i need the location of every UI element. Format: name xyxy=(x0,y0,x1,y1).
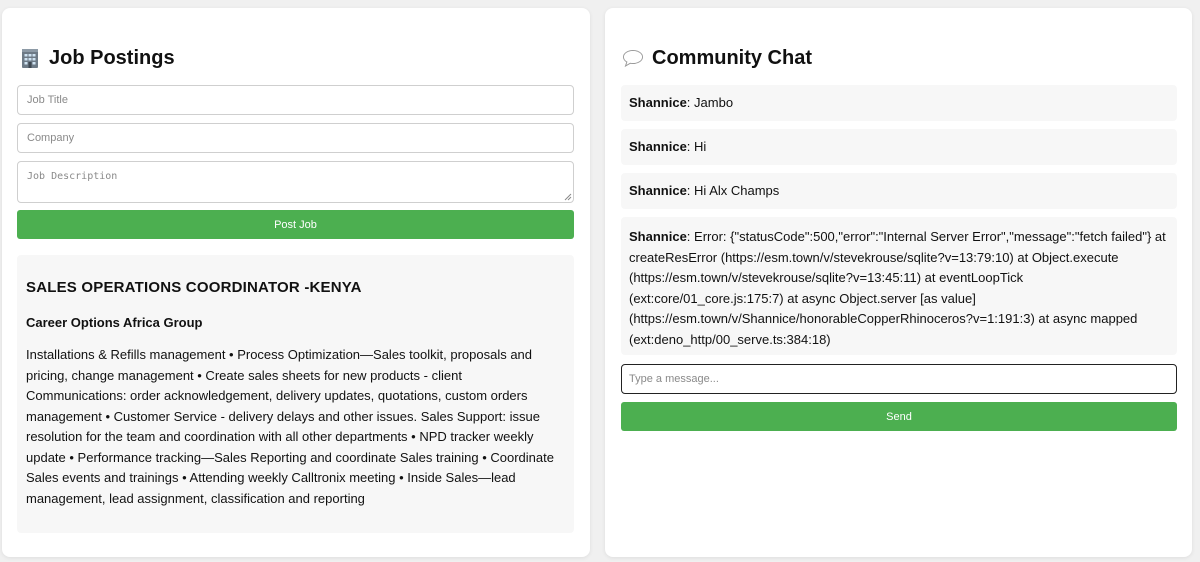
textarea-resize-handle[interactable] xyxy=(564,193,572,201)
chat-message: Shannice: Jambo xyxy=(621,85,1177,121)
chat-message-text: Error: {"statusCode":500,"error":"Intern… xyxy=(629,229,1166,347)
job-posting-title: SALES OPERATIONS COORDINATOR -KENYA xyxy=(26,279,362,296)
message-input[interactable] xyxy=(621,364,1177,394)
job-postings-panel: Job Postings Post Job SALES OPERATIONS C… xyxy=(2,8,590,557)
office-building-icon xyxy=(19,47,41,69)
community-chat-title-text: Community Chat xyxy=(652,46,812,69)
chat-message-text: Jambo xyxy=(694,95,734,110)
job-posting-company: Career Options Africa Group xyxy=(26,315,203,330)
chat-message-user: Shannice xyxy=(629,139,687,154)
job-postings-title-text: Job Postings xyxy=(49,46,175,69)
job-title-input[interactable] xyxy=(17,85,574,115)
job-postings-title: Job Postings xyxy=(19,42,175,74)
chat-message-text: Hi Alx Champs xyxy=(694,183,780,198)
community-chat-panel: Community Chat Shannice: Jambo Shannice:… xyxy=(605,8,1192,557)
chat-message-user: Shannice xyxy=(629,229,687,244)
speech-bubble-icon xyxy=(622,47,644,69)
chat-message-text: Hi xyxy=(694,139,707,154)
chat-message-user: Shannice xyxy=(629,95,687,110)
community-chat-title: Community Chat xyxy=(622,42,812,74)
chat-message-user: Shannice xyxy=(629,183,687,198)
post-job-button[interactable]: Post Job xyxy=(17,210,574,239)
job-description-input[interactable] xyxy=(17,161,574,203)
chat-message: Shannice: Hi xyxy=(621,129,1177,165)
chat-message: Shannice: Hi Alx Champs xyxy=(621,173,1177,209)
company-input[interactable] xyxy=(17,123,574,153)
job-posting-card: SALES OPERATIONS COORDINATOR -KENYA Care… xyxy=(17,255,574,533)
send-button[interactable]: Send xyxy=(621,402,1177,431)
chat-message: Shannice: Error: {"statusCode":500,"erro… xyxy=(621,217,1177,355)
job-posting-description: Installations & Refills management • Pro… xyxy=(26,347,554,506)
